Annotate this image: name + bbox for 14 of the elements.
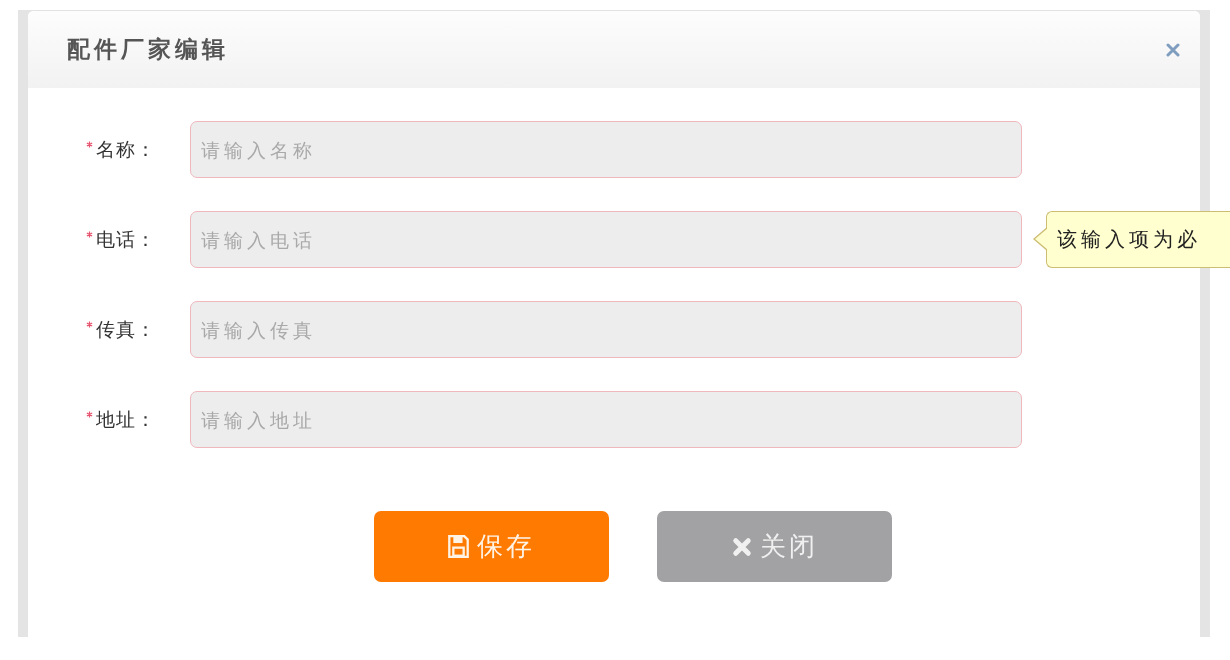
input-field[interactable]: 请输入电话 — [190, 211, 1022, 268]
validation-tooltip: 该输入项为必 — [1033, 211, 1230, 268]
field-label: 电话： — [96, 226, 156, 252]
dialog-title: 配件厂家编辑 — [67, 35, 229, 64]
close-icon[interactable] — [1166, 42, 1180, 57]
field-label: 传真： — [96, 316, 156, 342]
close-icon — [731, 536, 752, 557]
field-label: 地址： — [96, 406, 156, 432]
close-button[interactable]: 关闭 — [657, 511, 892, 582]
save-button[interactable]: 保存 — [374, 511, 609, 582]
input-field[interactable]: 请输入地址 — [190, 391, 1022, 448]
input-field[interactable]: 请输入名称 — [190, 121, 1022, 178]
input-field[interactable]: 请输入传真 — [190, 301, 1022, 358]
field-label: 名称： — [96, 136, 156, 162]
